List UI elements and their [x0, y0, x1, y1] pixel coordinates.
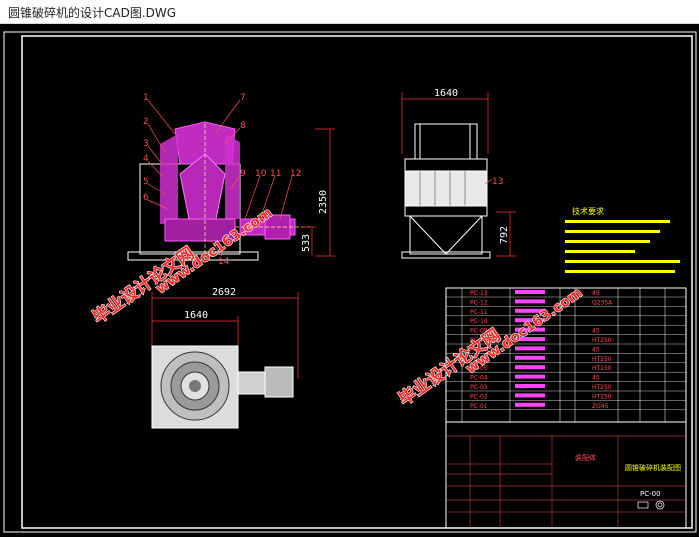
bom-code: PC-01 — [470, 403, 488, 410]
tech-requirements-title: 技术要求 — [572, 206, 604, 216]
bom-material: HT250 — [592, 337, 612, 344]
dim-height-total: 2350 — [318, 190, 329, 214]
drawing-number: PC-00 — [640, 490, 661, 498]
part-label: 12 — [290, 169, 301, 179]
bom-code: PC-10 — [470, 318, 488, 325]
part-label: 1 — [143, 93, 149, 103]
title-block: 装配体 圆锥破碎机装配图 PC-00 — [445, 421, 687, 529]
bom-name — [515, 402, 545, 407]
part-label: 7 — [240, 93, 246, 103]
bom-material: 45 — [592, 290, 600, 297]
part-label: 2 — [143, 117, 149, 127]
tech-requirements: 技术要求 — [565, 206, 680, 273]
dim-height-base: 533 — [301, 234, 312, 252]
bom-material: 45 — [592, 328, 600, 335]
part-label: 13 — [492, 177, 503, 187]
bom-name — [515, 290, 545, 294]
bom-material: 45 — [592, 375, 600, 382]
bom-code: PC-03 — [470, 384, 488, 391]
bom-material: HT250 — [592, 393, 612, 400]
watermark-text: 毕业设计论文网 — [89, 243, 199, 328]
dim-side-height: 792 — [499, 226, 510, 244]
plan-view: 2692 1640 — [151, 287, 299, 429]
bom-name — [515, 384, 545, 388]
bom-material: Q235A — [592, 299, 613, 306]
dim-plan-total: 2692 — [212, 287, 236, 298]
bom-material: HT250 — [592, 384, 612, 391]
bom-name — [515, 365, 545, 370]
dim-top-width: 1640 — [434, 88, 458, 99]
window-titlebar: 圆锥破碎机的设计CAD图.DWG — [0, 0, 699, 24]
bom-name — [515, 355, 545, 360]
bom-code: PC-02 — [470, 393, 488, 400]
part-label: 6 — [143, 193, 149, 203]
bom-name — [515, 393, 545, 398]
watermark-text: 毕业设计论文网 — [395, 325, 505, 410]
bom-name — [515, 374, 545, 379]
part-label: 8 — [240, 121, 246, 131]
bom-code: PC-12 — [470, 299, 488, 306]
cad-canvas[interactable]: 1 2 3 4 5 6 7 8 9 10 11 12 14 2350 533 1… — [0, 24, 699, 537]
dim-plan-width: 1640 — [184, 310, 208, 321]
bom-name — [515, 299, 545, 304]
bom-material: 45 — [592, 346, 600, 353]
bom-code: PC-13 — [470, 290, 488, 297]
window-title: 圆锥破碎机的设计CAD图.DWG — [8, 6, 177, 20]
part-label: 9 — [240, 169, 246, 179]
part-label: 10 — [255, 169, 267, 179]
side-view: 1640 13 792 — [401, 88, 516, 259]
part-label: 14 — [218, 257, 230, 267]
bom-material: HT250 — [592, 356, 612, 363]
bom-name — [515, 346, 545, 351]
part-label: 11 — [270, 169, 281, 179]
bom-material: ZG45 — [592, 403, 609, 410]
part-label: 3 — [143, 139, 149, 149]
bom-material: HT150 — [592, 365, 612, 372]
part-label: 5 — [143, 177, 149, 187]
title-name-label: 装配体 — [575, 453, 596, 462]
part-label: 4 — [143, 154, 149, 164]
drawing-name: 圆锥破碎机装配图 — [625, 463, 681, 472]
cad-drawing: 1 2 3 4 5 6 7 8 9 10 11 12 14 2350 533 1… — [3, 31, 697, 533]
bom-code: PC-11 — [470, 309, 488, 316]
